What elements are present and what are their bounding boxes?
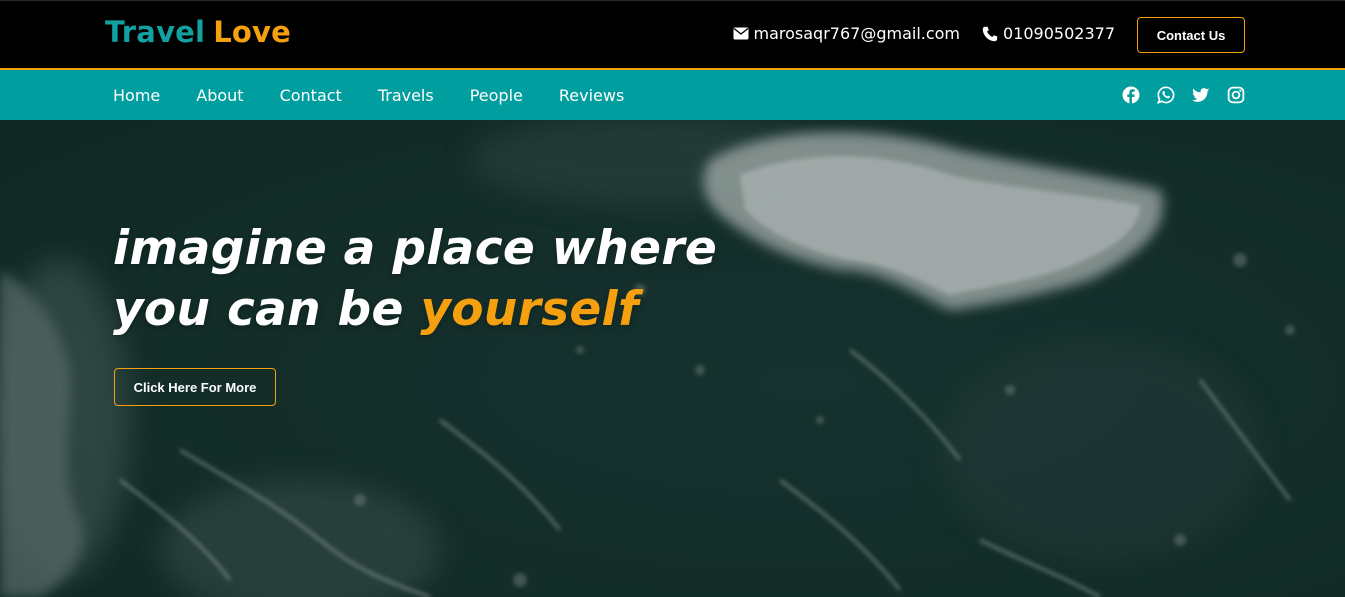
nav-item-travels: Travels xyxy=(378,86,434,105)
nav-item-contact: Contact xyxy=(280,86,342,105)
click-here-for-more-button[interactable]: Click Here For More xyxy=(114,368,276,406)
hero-line-2-accent: yourself xyxy=(420,282,639,337)
hero-line-2-prefix: you can be xyxy=(113,282,404,337)
phone-icon xyxy=(982,26,998,42)
nav-item-people: People xyxy=(470,86,523,105)
facebook-icon[interactable] xyxy=(1122,86,1140,104)
hero-line-2: you can be yourself xyxy=(113,279,717,340)
nav-link-travels[interactable]: Travels xyxy=(378,86,434,105)
contact-info: marosaqr767@gmail.com 01090502377 xyxy=(733,24,1115,43)
site-logo[interactable]: Travel Love xyxy=(105,15,291,49)
twitter-icon[interactable] xyxy=(1192,86,1210,104)
phone-contact[interactable]: 01090502377 xyxy=(982,24,1115,43)
hero-background-image xyxy=(0,120,1345,597)
top-header: Travel Love marosaqr767@gmail.com 0109050… xyxy=(0,0,1345,70)
instagram-icon[interactable] xyxy=(1227,86,1245,104)
nav-item-reviews: Reviews xyxy=(559,86,624,105)
email-contact[interactable]: marosaqr767@gmail.com xyxy=(733,24,961,43)
nav-link-people[interactable]: People xyxy=(470,86,523,105)
phone-text: 01090502377 xyxy=(1003,24,1115,43)
hero-line-1: imagine a place where xyxy=(113,221,718,276)
envelope-icon xyxy=(733,27,749,40)
nav-item-about: About xyxy=(196,86,243,105)
nav-item-home: Home xyxy=(113,86,160,105)
whatsapp-icon[interactable] xyxy=(1157,86,1175,104)
nav-links: Home About Contact Travels People Review… xyxy=(113,70,624,120)
contact-us-button[interactable]: Contact Us xyxy=(1137,17,1245,53)
nav-link-reviews[interactable]: Reviews xyxy=(559,86,624,105)
hero-headline: imagine a place where you can be yoursel… xyxy=(113,218,717,340)
nav-link-home[interactable]: Home xyxy=(113,86,160,105)
nav-link-contact[interactable]: Contact xyxy=(280,86,342,105)
email-text: marosaqr767@gmail.com xyxy=(753,24,961,43)
social-links xyxy=(1122,70,1245,120)
logo-word-love: Love xyxy=(213,15,291,49)
hero-section: imagine a place where you can be yoursel… xyxy=(0,120,1345,597)
nav-link-about[interactable]: About xyxy=(196,86,243,105)
logo-word-travel: Travel xyxy=(105,15,206,49)
main-navbar: Home About Contact Travels People Review… xyxy=(0,70,1345,120)
